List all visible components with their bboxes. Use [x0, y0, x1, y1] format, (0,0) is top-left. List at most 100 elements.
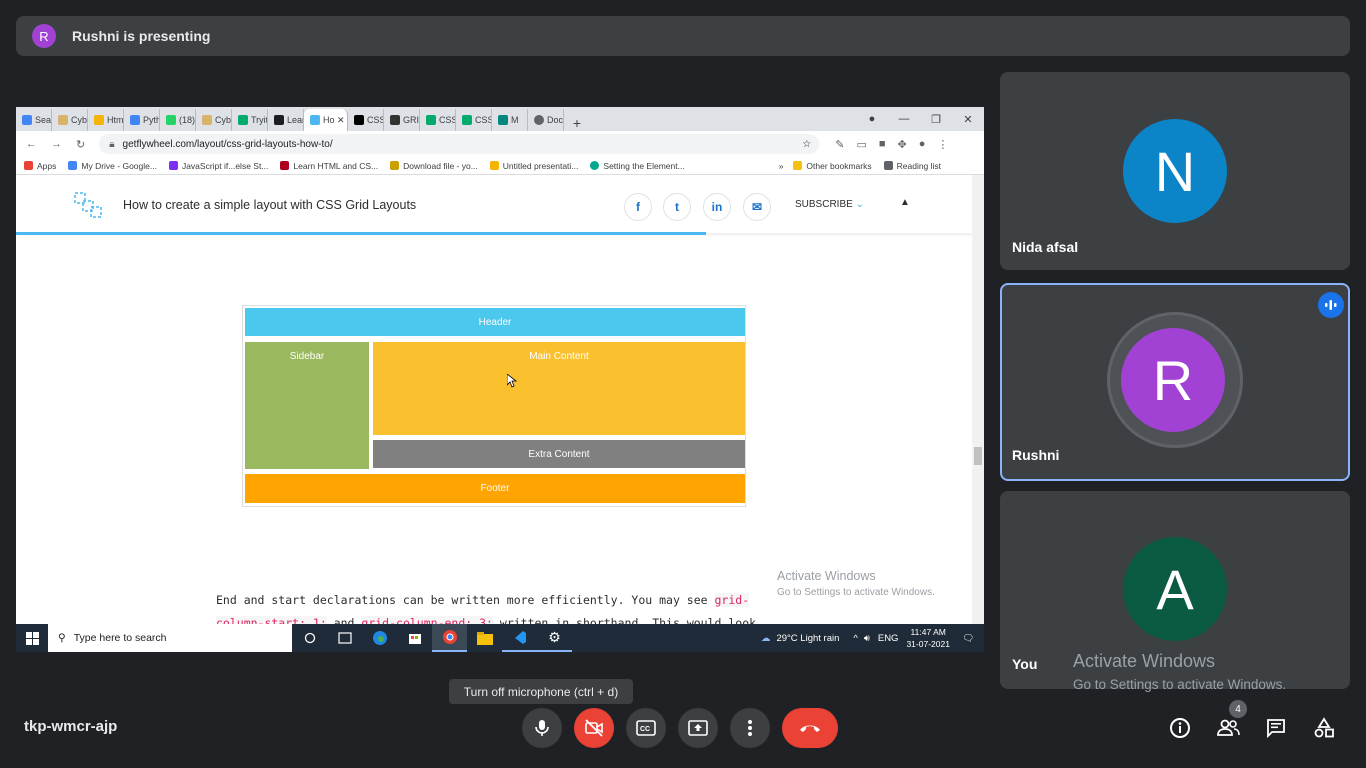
presenting-banner: R Rushni is presenting — [16, 16, 1350, 56]
reading-list[interactable]: Reading list — [883, 161, 941, 171]
extension-icon[interactable]: ■ — [879, 138, 886, 150]
cortana-icon[interactable] — [292, 624, 327, 652]
more-options-button[interactable] — [730, 708, 770, 748]
article-title: How to create a simple layout with CSS G… — [123, 198, 417, 212]
puzzle-icon[interactable]: ✥ — [898, 138, 907, 151]
browser-tab[interactable]: M — [492, 109, 528, 131]
chat-icon — [1267, 719, 1285, 738]
weather-text[interactable]: 29°C Light rain — [776, 633, 839, 644]
bookmark-apps[interactable]: Apps — [24, 161, 56, 171]
forward-icon[interactable]: → — [51, 138, 62, 150]
bookmark[interactable]: My Drive - Google... — [68, 161, 157, 171]
browser-tab[interactable]: CSS G — [348, 109, 384, 131]
browser-tab[interactable]: Docu — [528, 109, 564, 131]
browser-tab[interactable]: CSS P — [420, 109, 456, 131]
browser-tab[interactable]: Html t — [88, 109, 124, 131]
participant-tile[interactable]: N Nida afsal — [1000, 72, 1350, 270]
bookmark[interactable]: JavaScript if...else St... — [168, 161, 268, 171]
presenter-avatar: R — [32, 24, 56, 48]
bookmark[interactable]: Untitled presentati... — [489, 161, 578, 171]
language-indicator[interactable]: ENG — [878, 633, 899, 644]
microphone-tooltip: Turn off microphone (ctrl + d) — [449, 679, 633, 704]
meet-icon — [498, 115, 508, 125]
grid-layout-figure: Header Sidebar Main Content Extra Conten… — [242, 305, 746, 507]
reload-icon[interactable]: ↻ — [76, 138, 85, 151]
chevron-down-icon: ⌄ — [855, 199, 864, 210]
present-button[interactable] — [678, 708, 718, 748]
profile-icon[interactable]: ● — [856, 107, 888, 131]
linkedin-icon[interactable]: in — [703, 193, 731, 221]
site-icon — [354, 115, 364, 125]
star-icon[interactable]: ☆ — [802, 139, 811, 150]
url-input[interactable]: 🔒︎ getflywheel.com/layout/css-grid-layou… — [99, 134, 820, 154]
folder-icon — [793, 161, 803, 170]
people-button[interactable] — [1214, 714, 1242, 742]
bookmark[interactable]: Learn HTML and CS... — [280, 161, 378, 171]
page-scrollbar[interactable] — [972, 175, 984, 624]
facebook-icon[interactable]: f — [624, 193, 652, 221]
browser-tab[interactable]: GRID — [384, 109, 420, 131]
collapse-icon[interactable]: ▲ — [900, 197, 910, 208]
participant-tile-speaking[interactable]: R Rushni — [1000, 283, 1350, 481]
activities-button[interactable] — [1310, 714, 1338, 742]
flywheel-logo — [74, 192, 102, 218]
captions-icon: CC — [636, 720, 656, 736]
browser-tab-active[interactable]: Ho ✕ — [304, 109, 348, 131]
browser-tab[interactable]: Search — [16, 109, 52, 131]
drive-icon — [68, 161, 78, 170]
file-explorer-icon[interactable] — [467, 624, 502, 652]
microphone-button[interactable] — [522, 708, 562, 748]
hang-up-icon — [800, 725, 820, 732]
scrollbar-thumb[interactable] — [974, 447, 982, 465]
meeting-details-button[interactable] — [1166, 714, 1194, 742]
reading-progress-bar — [16, 232, 706, 235]
chevron-up-icon[interactable]: ^ — [853, 633, 857, 644]
close-window-icon[interactable]: ✕ — [952, 107, 984, 131]
new-tab-icon[interactable]: + — [564, 115, 590, 131]
avatar-icon[interactable]: ● — [919, 138, 926, 150]
vscode-icon[interactable] — [502, 624, 537, 652]
extension-icon[interactable]: ▭ — [856, 138, 866, 151]
browser-tab[interactable]: Cyber — [196, 109, 232, 131]
extension-icon[interactable]: ✎ — [835, 138, 844, 151]
edge-icon[interactable] — [362, 624, 397, 652]
grid-main-area: Main Content — [373, 342, 745, 435]
taskbar-search-input[interactable]: ⚲ Type here to search — [48, 624, 292, 652]
browser-tab[interactable]: (18) V — [160, 109, 196, 131]
svg-text:CC: CC — [640, 726, 650, 733]
browser-tab[interactable]: Pytho — [124, 109, 160, 131]
browser-tab[interactable]: Cyber — [52, 109, 88, 131]
volume-icon[interactable]: 🔊︎ — [864, 633, 870, 644]
chat-button[interactable] — [1262, 714, 1290, 742]
leave-call-button[interactable] — [782, 708, 838, 748]
search-icon: ⚲ — [58, 632, 66, 644]
lock-icon: 🔒︎ — [109, 138, 115, 150]
site-icon — [202, 115, 212, 125]
site-icon — [390, 161, 400, 170]
back-icon[interactable]: ← — [26, 138, 37, 150]
store-icon[interactable] — [397, 624, 432, 652]
restore-icon[interactable]: ❐ — [920, 107, 952, 131]
browser-tab[interactable]: Learn — [268, 109, 304, 131]
notifications-icon[interactable]: 🗨︎ — [962, 633, 974, 644]
menu-dots-icon[interactable]: ⋮ — [937, 138, 948, 151]
chrome-icon[interactable] — [432, 624, 467, 652]
bookmark-folder[interactable]: Other bookmarks — [793, 161, 872, 171]
captions-button[interactable]: CC — [626, 708, 666, 748]
browser-tab[interactable]: CSS o — [456, 109, 492, 131]
subscribe-button[interactable]: SUBSCRIBE ⌄ — [795, 199, 864, 210]
minimize-icon[interactable]: — — [888, 107, 920, 131]
whatsapp-icon — [166, 115, 176, 125]
email-icon[interactable]: ✉ — [743, 193, 771, 221]
address-bar: ← → ↻ 🔒︎ getflywheel.com/layout/css-grid… — [16, 131, 984, 157]
browser-tab[interactable]: Tryit E — [232, 109, 268, 131]
settings-gear-icon[interactable]: ⚙ — [537, 624, 572, 652]
windows-start-icon[interactable] — [16, 631, 48, 645]
bookmark[interactable]: Setting the Element... — [590, 161, 685, 171]
camera-button[interactable] — [574, 708, 614, 748]
twitter-icon[interactable]: t — [663, 193, 691, 221]
task-view-icon[interactable] — [327, 624, 362, 652]
clock[interactable]: 11:47 AM 31-07-2021 — [906, 626, 949, 650]
more-bookmarks-icon[interactable]: » — [779, 161, 784, 171]
bookmark[interactable]: Download file - yo... — [390, 161, 478, 171]
